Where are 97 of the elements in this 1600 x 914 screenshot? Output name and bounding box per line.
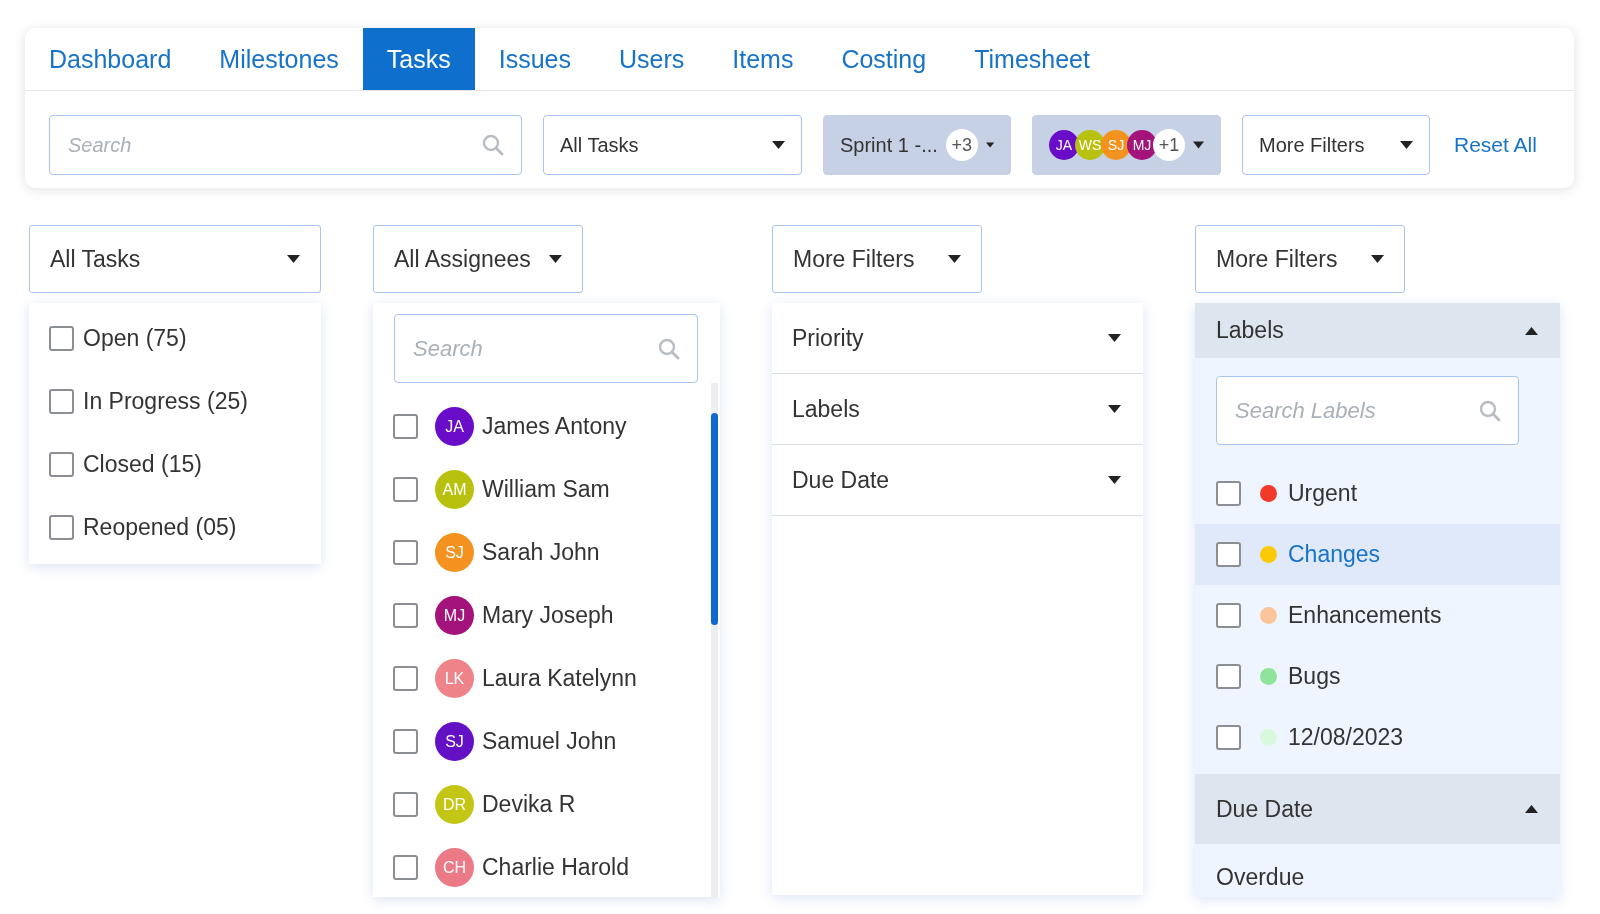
caret-icon xyxy=(1193,141,1204,149)
search-icon xyxy=(657,336,681,361)
checkbox[interactable] xyxy=(49,452,74,477)
checkbox[interactable] xyxy=(393,666,418,691)
section-title: Due Date xyxy=(792,466,890,494)
filter-section-header[interactable]: Labels xyxy=(772,374,1143,445)
option-label[interactable]: In Progress (25) xyxy=(83,388,248,415)
caret-icon xyxy=(287,255,300,263)
label-name: Bugs xyxy=(1288,663,1341,690)
caret-icon xyxy=(985,141,994,149)
checkbox[interactable] xyxy=(1216,603,1241,628)
caret-icon xyxy=(1371,255,1384,263)
person-name[interactable]: Samuel John xyxy=(482,728,617,755)
avatar: AM xyxy=(435,470,474,509)
section-title: Labels xyxy=(1216,317,1284,344)
avatar: CH xyxy=(435,848,474,887)
nav-tab[interactable]: Tasks xyxy=(362,28,475,90)
reset-all-link[interactable]: Reset All xyxy=(1454,133,1537,157)
dropdown-value: Sprint 1 -... xyxy=(840,133,938,157)
avatar: DR xyxy=(435,785,474,824)
search-field[interactable]: Search Labels xyxy=(1216,376,1519,445)
caret-icon xyxy=(549,255,562,263)
person-name[interactable]: Mary Joseph xyxy=(482,602,614,629)
label-name: Urgent xyxy=(1288,480,1358,507)
nav-tab[interactable]: Timesheet xyxy=(950,28,1114,90)
more-filters-dropdown[interactable]: More Filters xyxy=(772,225,982,293)
checkbox[interactable] xyxy=(1216,664,1241,689)
checkbox[interactable] xyxy=(393,792,418,817)
section-title: Due Date xyxy=(1216,795,1314,823)
search-field[interactable]: Search xyxy=(394,314,698,383)
checkbox[interactable] xyxy=(393,540,418,565)
task-filter-dropdown[interactable]: All Tasks xyxy=(543,115,802,175)
avatar: SJ xyxy=(435,722,474,761)
due-date-option[interactable]: Overdue xyxy=(1195,844,1560,897)
person-name[interactable]: Laura Katelynn xyxy=(482,665,637,692)
label-row[interactable]: Enhancements xyxy=(1195,585,1560,646)
label-row[interactable]: Changes xyxy=(1195,524,1560,585)
option-label[interactable]: Open (75) xyxy=(83,325,187,352)
checkbox[interactable] xyxy=(393,477,418,502)
person-name[interactable]: William Sam xyxy=(482,476,610,503)
checkbox[interactable] xyxy=(1216,725,1241,750)
filter-section-header[interactable]: Due Date xyxy=(1195,774,1560,844)
sprint-filter-dropdown[interactable]: Sprint 1 -... +3 xyxy=(823,115,1011,175)
checkbox[interactable] xyxy=(393,855,418,880)
label-row[interactable]: Bugs xyxy=(1195,646,1560,707)
avatar: SJ xyxy=(1101,130,1131,160)
filter-section-header[interactable]: Labels xyxy=(1195,303,1560,358)
section-title: Labels xyxy=(792,395,860,423)
avatar: MJ xyxy=(1127,130,1157,160)
avatar: LK xyxy=(435,659,474,698)
option-label[interactable]: Reopened (05) xyxy=(83,514,237,541)
avatar: WS xyxy=(1075,130,1105,160)
avatar: MJ xyxy=(435,596,474,635)
count-badge: +1 xyxy=(1153,129,1185,161)
checkbox[interactable] xyxy=(1216,542,1241,567)
nav-tab[interactable]: Items xyxy=(708,28,818,90)
search-field[interactable]: Search xyxy=(49,115,522,175)
label-name: Changes xyxy=(1288,541,1381,568)
checkbox[interactable] xyxy=(393,729,418,754)
scrollbar[interactable] xyxy=(711,383,718,897)
person-name[interactable]: Charlie Harold xyxy=(482,854,629,881)
avatar: SJ xyxy=(435,533,474,572)
nav-tab[interactable]: Dashboard xyxy=(25,28,196,90)
nav-tab[interactable]: Milestones xyxy=(195,28,363,90)
checkbox[interactable] xyxy=(49,326,74,351)
option-label[interactable]: Closed (15) xyxy=(83,451,202,478)
assignee-dropdown[interactable]: All Assignees xyxy=(373,225,583,293)
caret-icon xyxy=(772,141,785,149)
nav-tab[interactable]: Issues xyxy=(474,28,595,90)
checkbox[interactable] xyxy=(49,389,74,414)
more-filters-dropdown[interactable]: More Filters xyxy=(1242,115,1430,175)
avatar: JA xyxy=(435,407,474,446)
caret-icon xyxy=(948,255,961,263)
person-name[interactable]: Devika R xyxy=(482,791,576,818)
checkbox[interactable] xyxy=(49,515,74,540)
caret-icon xyxy=(1400,141,1413,149)
person-name[interactable]: Sarah John xyxy=(482,539,600,566)
label-name: 12/08/2023 xyxy=(1288,724,1404,751)
assignee-filter-dropdown[interactable]: JA WS SJ MJ +1 xyxy=(1032,115,1221,175)
person-name[interactable]: James Antony xyxy=(482,413,627,440)
search-icon xyxy=(1478,398,1502,423)
avatar: JA xyxy=(1049,130,1079,160)
checkbox[interactable] xyxy=(393,603,418,628)
filter-section-header[interactable]: Due Date xyxy=(772,445,1143,516)
count-badge: +3 xyxy=(945,129,978,161)
checkbox[interactable] xyxy=(393,414,418,439)
checkbox[interactable] xyxy=(1216,481,1241,506)
filter-section-header[interactable]: Priority xyxy=(772,303,1143,374)
task-status-dropdown[interactable]: All Tasks xyxy=(29,225,321,293)
label-row[interactable]: Urgent xyxy=(1195,463,1560,524)
search-icon xyxy=(481,133,505,157)
more-filters-dropdown[interactable]: More Filters xyxy=(1195,225,1405,293)
section-title: Priority xyxy=(792,324,864,352)
nav-tab[interactable]: Users xyxy=(595,28,709,90)
label-row[interactable]: 12/08/2023 xyxy=(1195,707,1560,768)
label-name: Enhancements xyxy=(1288,602,1442,629)
nav-tab[interactable]: Costing xyxy=(817,28,951,90)
